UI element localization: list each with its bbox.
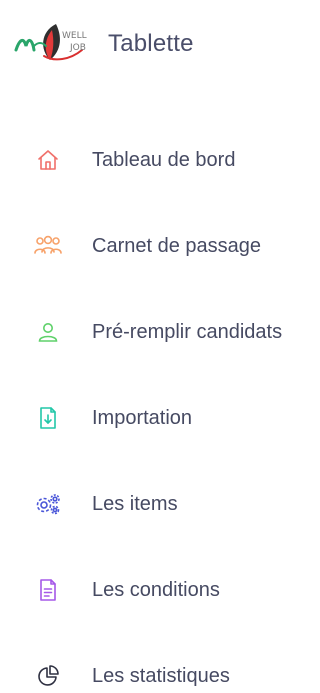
sidebar-item-items[interactable]: Les items bbox=[0, 482, 320, 526]
sidebar-item-statistics[interactable]: Les statistiques bbox=[0, 654, 320, 693]
home-icon bbox=[34, 146, 62, 174]
gears-icon bbox=[34, 490, 62, 518]
brand-header[interactable]: WELL JOB Tablette bbox=[10, 16, 310, 72]
document-icon bbox=[34, 576, 62, 604]
sidebar-item-label: Les statistiques bbox=[92, 664, 230, 687]
file-import-icon bbox=[34, 404, 62, 432]
logo-text-bottom: JOB bbox=[69, 43, 86, 53]
pie-chart-icon bbox=[34, 662, 62, 690]
sidebar-item-label: Les conditions bbox=[92, 578, 220, 601]
sidebar-item-prefill-candidates[interactable]: Pré-remplir candidats bbox=[0, 310, 320, 354]
sidebar-item-label: Les items bbox=[92, 492, 178, 515]
sidebar-item-label: Importation bbox=[92, 406, 193, 429]
sidebar-item-dashboard[interactable]: Tableau de bord bbox=[0, 138, 320, 182]
user-icon bbox=[34, 318, 62, 346]
sidebar-item-label: Carnet de passage bbox=[92, 234, 262, 257]
sidebar-item-label: Pré-remplir candidats bbox=[92, 320, 283, 343]
users-icon bbox=[34, 232, 62, 260]
welljob-logo: WELL JOB bbox=[10, 16, 92, 72]
sidebar-item-conditions[interactable]: Les conditions bbox=[0, 568, 320, 612]
sidebar-item-carnet[interactable]: Carnet de passage bbox=[0, 224, 320, 268]
logo-text-top: WELL bbox=[62, 31, 87, 41]
sidebar-item-import[interactable]: Importation bbox=[0, 396, 320, 440]
app-title: Tablette bbox=[108, 30, 194, 57]
sidebar: WELL JOB Tablette Tableau de bord Carnet… bbox=[0, 0, 320, 693]
sidebar-item-label: Tableau de bord bbox=[92, 148, 236, 171]
